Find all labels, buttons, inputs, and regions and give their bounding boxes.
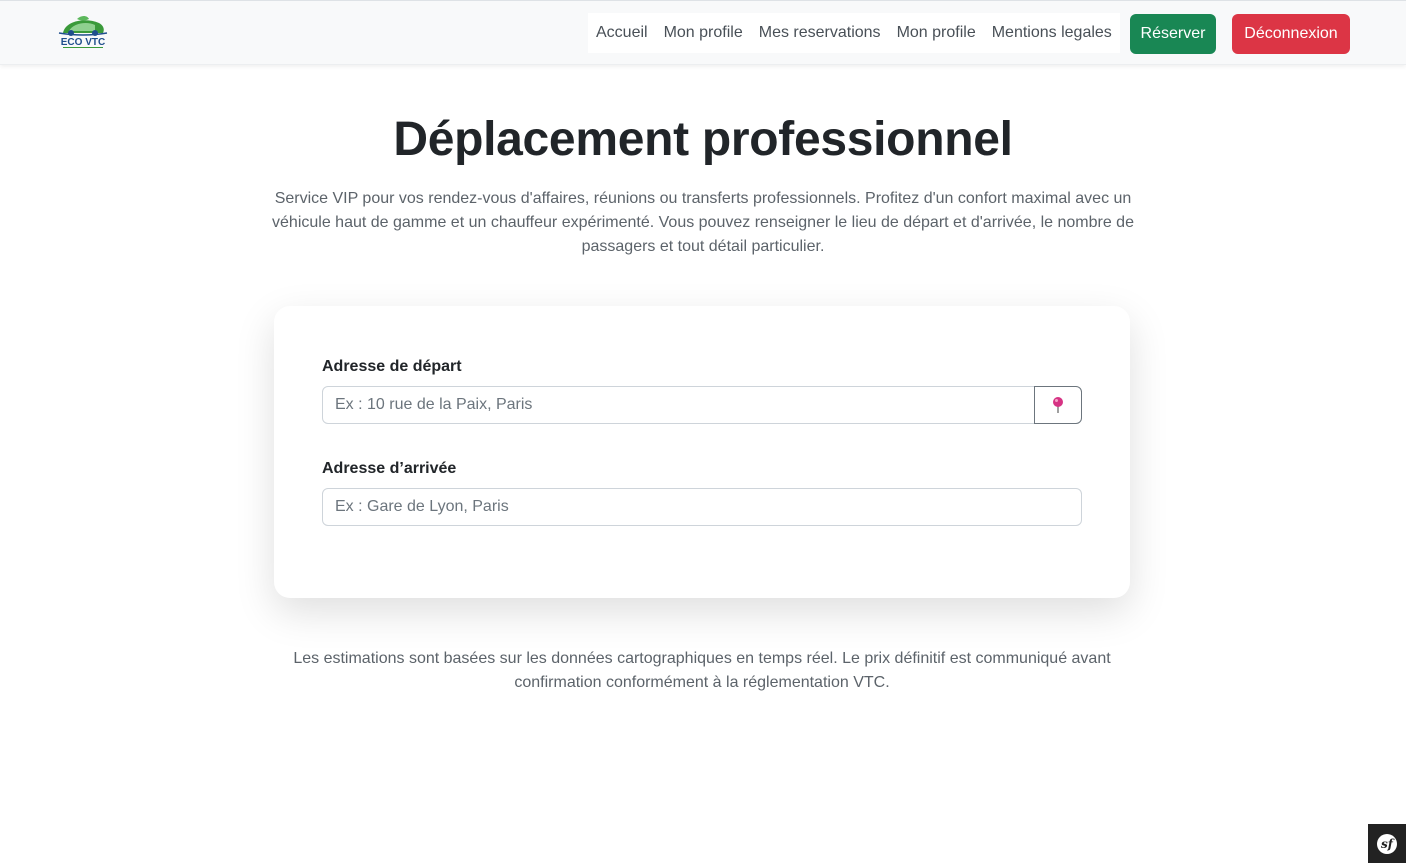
page-description: Service VIP pour vos rendez-vous d'affai… [272,190,1134,255]
locate-button[interactable] [1034,386,1082,424]
eco-vtc-logo[interactable]: ECO VTC [55,15,111,51]
nav-link-mes-reservations[interactable]: Mes reservations [751,24,889,42]
arrivee-address-input[interactable] [322,488,1082,526]
estimation-note: Les estimations sont basées sur les donn… [293,650,1111,691]
symfony-debug-toolbar-toggle[interactable]: sf [1368,824,1406,863]
arrivee-label: Adresse d’arrivée [322,460,457,477]
symfony-icon: sf [1377,833,1397,854]
nav-links: Accueil Mon profile Mes reservations Mon… [588,13,1120,53]
reserver-button[interactable]: Réserver [1130,14,1216,54]
nav-link-mon-profile-2[interactable]: Mon profile [889,24,984,42]
logo-graphic: ECO VTC [58,16,108,48]
logo-text: ECO VTC [61,37,105,48]
depart-label: Adresse de départ [322,358,462,375]
navbar: ECO VTC Accueil Mon profile Mes reservat… [0,0,1406,65]
page-title: Déplacement professionnel [393,113,1013,166]
address-form-card: Adresse de départ Adresse d’arrivée [274,306,1130,598]
nav-link-accueil[interactable]: Accueil [588,24,656,42]
deconnexion-button[interactable]: Déconnexion [1232,14,1350,54]
nav-link-mentions-legales[interactable]: Mentions legales [984,24,1120,42]
nav-link-mon-profile[interactable]: Mon profile [656,24,751,42]
depart-address-input[interactable] [322,386,1035,424]
map-pin-icon [1053,397,1063,413]
